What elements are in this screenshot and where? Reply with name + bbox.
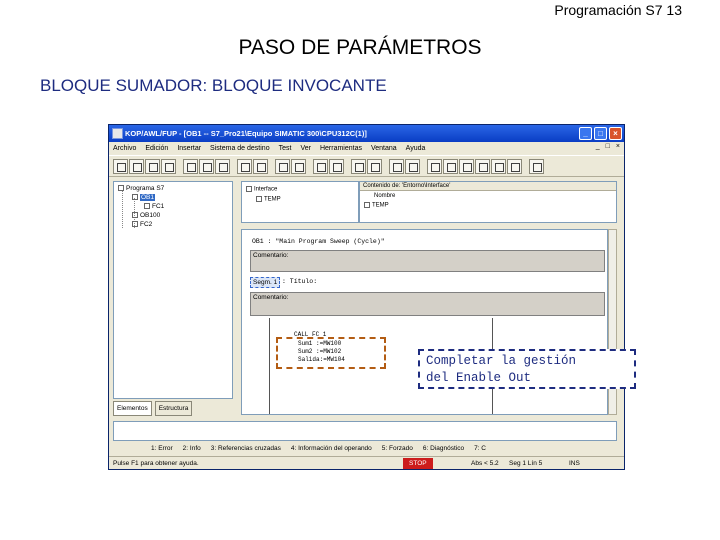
interface-label: Interface bbox=[254, 186, 278, 193]
tab-c[interactable]: 7: C bbox=[474, 445, 486, 452]
tab-referencias[interactable]: 3: Referencias cruzadas bbox=[211, 445, 281, 452]
segment-title: : Título: bbox=[282, 278, 318, 285]
tab-error[interactable]: 1: Error bbox=[151, 445, 173, 452]
status-segment: Seg 1 Lín 5 bbox=[509, 460, 543, 467]
maximize-button[interactable]: □ bbox=[594, 127, 607, 140]
cut-icon[interactable] bbox=[183, 159, 198, 174]
load-icon[interactable] bbox=[275, 159, 290, 174]
overview-icon[interactable] bbox=[389, 159, 404, 174]
doc-close-button[interactable]: × bbox=[616, 143, 620, 150]
message-area bbox=[113, 421, 617, 441]
menu-ventana[interactable]: Ventana bbox=[371, 145, 397, 152]
program-tree: Programa S7 OB1 FC1 OB100 FC2 bbox=[113, 181, 233, 399]
tab-info-operando[interactable]: 4: Información del operando bbox=[291, 445, 372, 452]
status-bar: Pulse F1 para obtener ayuda. STOP Abs < … bbox=[109, 456, 624, 469]
interface-label: TEMP bbox=[264, 196, 281, 203]
segment-icon[interactable] bbox=[405, 159, 420, 174]
window-title: KOP/AWL/FUP - [OB1 -- S7_Pro21\Equipo SI… bbox=[125, 129, 367, 138]
interface-contents-header: Contenido de: 'Entorno\Interface' bbox=[360, 182, 616, 191]
contact-nc-icon[interactable] bbox=[443, 159, 458, 174]
tree-item-fc2[interactable]: FC2 bbox=[132, 221, 152, 228]
paste-icon[interactable] bbox=[215, 159, 230, 174]
callout-line-1: Completar la gestión bbox=[426, 354, 577, 368]
new-icon[interactable] bbox=[113, 159, 128, 174]
tree-item-ob1[interactable]: OB1 bbox=[132, 194, 156, 201]
callout-line-2: del Enable Out bbox=[426, 371, 532, 385]
upload-icon[interactable] bbox=[291, 159, 306, 174]
menubar: Archivo Edición Insertar Sistema de dest… bbox=[109, 142, 624, 154]
tree-item-ob100[interactable]: OB100 bbox=[132, 212, 160, 219]
slide-subtitle: BLOQUE SUMADOR: BLOQUE INVOCANTE bbox=[40, 76, 387, 95]
segment-comment[interactable]: Comentario: bbox=[250, 292, 605, 316]
tab-info[interactable]: 2: Info bbox=[183, 445, 201, 452]
box-icon[interactable] bbox=[475, 159, 490, 174]
slide-title: PASO DE PARÁMETROS bbox=[238, 36, 482, 59]
interface-tree: Interface TEMP bbox=[241, 181, 359, 223]
open-icon[interactable] bbox=[129, 159, 144, 174]
menu-test[interactable]: Test bbox=[279, 145, 292, 152]
toolbar bbox=[109, 155, 624, 177]
status-abs: Abs < 5.2 bbox=[471, 460, 499, 467]
print-icon[interactable] bbox=[161, 159, 176, 174]
message-tabs: 1: Error 2: Info 3: Referencias cruzadas… bbox=[113, 441, 624, 455]
redo-icon[interactable] bbox=[253, 159, 268, 174]
undo-icon[interactable] bbox=[237, 159, 252, 174]
status-ins: INS bbox=[569, 460, 580, 467]
tree-label: Programa S7 bbox=[126, 185, 165, 192]
callout-note: Completar la gestión del Enable Out bbox=[418, 349, 636, 389]
column-header-nombre: Nombre bbox=[374, 193, 396, 199]
interface-item[interactable]: Interface bbox=[246, 186, 277, 193]
branch-open-icon[interactable] bbox=[491, 159, 506, 174]
tree-label: FC1 bbox=[152, 203, 165, 210]
copy-icon[interactable] bbox=[199, 159, 214, 174]
status-help: Pulse F1 para obtener ayuda. bbox=[113, 460, 199, 467]
tab-diagnostico[interactable]: 6: Diagnóstico bbox=[423, 445, 464, 452]
help-icon[interactable] bbox=[529, 159, 544, 174]
close-button[interactable]: × bbox=[609, 127, 622, 140]
menu-herramientas[interactable]: Herramientas bbox=[320, 145, 362, 152]
tab-elementos[interactable]: Elementos bbox=[113, 401, 152, 416]
menu-archivo[interactable]: Archivo bbox=[113, 145, 136, 152]
menu-insertar[interactable]: Insertar bbox=[177, 145, 201, 152]
status-stop: STOP bbox=[403, 458, 433, 469]
kop-awl-fup-window: KOP/AWL/FUP - [OB1 -- S7_Pro21\Equipo SI… bbox=[108, 124, 625, 470]
online-icon[interactable] bbox=[329, 159, 344, 174]
doc-minimize-button[interactable]: _ bbox=[596, 143, 600, 150]
kop-view-icon[interactable] bbox=[351, 159, 366, 174]
doc-maximize-button[interactable]: □ bbox=[606, 143, 610, 150]
app-icon bbox=[112, 128, 123, 139]
tree-label: OB1 bbox=[140, 194, 156, 201]
tab-forzado[interactable]: 5: Forzado bbox=[382, 445, 413, 452]
tree-label: OB100 bbox=[140, 212, 161, 219]
tree-item-programa[interactable]: Programa S7 bbox=[118, 185, 164, 192]
menu-sistema-destino[interactable]: Sistema de destino bbox=[210, 145, 270, 152]
highlight-box bbox=[276, 337, 386, 369]
segment-label[interactable]: Segm. 1 bbox=[250, 277, 281, 288]
menu-ayuda[interactable]: Ayuda bbox=[406, 145, 426, 152]
branch-close-icon[interactable] bbox=[507, 159, 522, 174]
interface-contents: Contenido de: 'Entorno\Interface' Nombre… bbox=[359, 181, 617, 223]
interface-row-temp[interactable]: TEMP bbox=[364, 202, 389, 209]
contact-no-icon[interactable] bbox=[427, 159, 442, 174]
tree-item-fc1[interactable]: FC1 bbox=[144, 203, 164, 210]
save-icon[interactable] bbox=[145, 159, 160, 174]
page-number: Programación S7 13 bbox=[554, 2, 682, 18]
interface-label: TEMP bbox=[372, 202, 389, 209]
coil-icon[interactable] bbox=[459, 159, 474, 174]
awl-view-icon[interactable] bbox=[367, 159, 382, 174]
menu-edicion[interactable]: Edición bbox=[145, 145, 168, 152]
monitor-icon[interactable] bbox=[313, 159, 328, 174]
tree-label: FC2 bbox=[140, 221, 153, 228]
tab-estructura[interactable]: Estructura bbox=[154, 401, 193, 416]
interface-item-temp[interactable]: TEMP bbox=[256, 196, 281, 203]
menu-ver[interactable]: Ver bbox=[300, 145, 311, 152]
block-title: OB1 : "Main Program Sweep (Cycle)" bbox=[252, 238, 385, 245]
minimize-button[interactable]: _ bbox=[579, 127, 592, 140]
window-titlebar[interactable]: KOP/AWL/FUP - [OB1 -- S7_Pro21\Equipo SI… bbox=[109, 125, 624, 142]
block-comment[interactable]: Comentario: bbox=[250, 250, 605, 272]
